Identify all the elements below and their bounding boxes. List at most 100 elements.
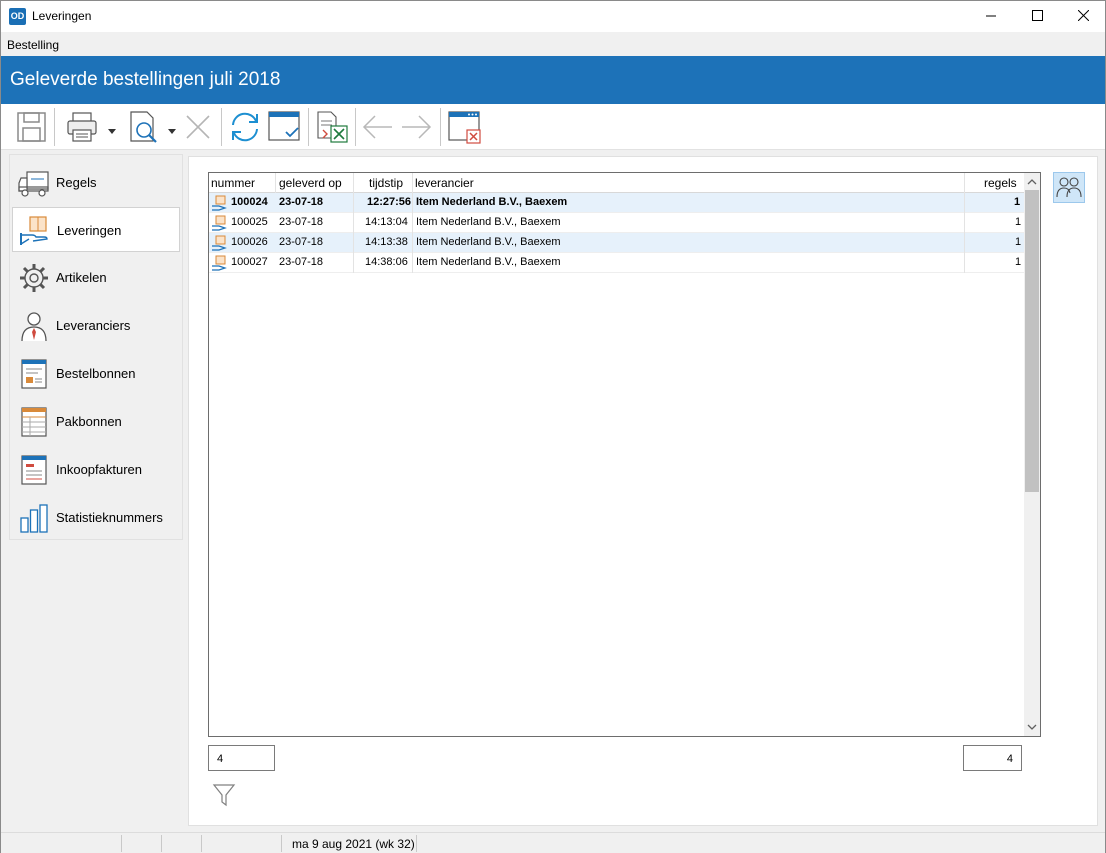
cell-nummer: 100026: [231, 236, 268, 248]
truck-icon: [18, 171, 49, 197]
save-icon: [17, 112, 46, 142]
cell-tijdstip: 14:13:38: [365, 236, 408, 248]
toolbar-separator: [355, 108, 356, 146]
sidebar-item-artikelen[interactable]: Artikelen: [12, 255, 180, 300]
delete-icon: [186, 115, 210, 139]
table-header: nummer geleverd op tijdstip leverancier …: [209, 173, 1024, 193]
packing-slip-icon: [21, 407, 47, 437]
cell-regels: 1: [1014, 196, 1021, 208]
cell-geleverd-op: 23-07-18: [279, 216, 324, 228]
sidebar-item-label: Pakbonnen: [56, 414, 122, 429]
preview-button[interactable]: [127, 110, 181, 144]
close-window-button[interactable]: [447, 110, 483, 144]
export-excel-button[interactable]: [315, 110, 351, 144]
window-check-button[interactable]: [267, 110, 303, 144]
close-button[interactable]: [1060, 1, 1106, 31]
cell-regels: 1: [1015, 216, 1022, 228]
filter-icon[interactable]: [212, 782, 236, 808]
minimize-icon: [986, 15, 996, 17]
toolbar-separator: [221, 108, 222, 146]
invoice-icon: [21, 455, 47, 485]
row-count-left: 4: [208, 745, 275, 771]
refresh-button[interactable]: [228, 110, 262, 144]
save-button[interactable]: [15, 110, 49, 144]
person-icon: [21, 312, 47, 342]
status-date: ma 9 aug 2021 (wk 32): [292, 837, 415, 851]
bar-chart-icon: [20, 504, 48, 533]
sidebar-item-pakbonnen[interactable]: Pakbonnen: [12, 399, 180, 444]
column-header-nummer[interactable]: nummer: [211, 176, 255, 190]
table-row[interactable]: 100026 23-07-18 14:13:38 Item Nederland …: [209, 233, 1024, 253]
cell-regels: 1: [1015, 256, 1022, 268]
status-bar: ma 9 aug 2021 (wk 32): [1, 832, 1105, 853]
cell-geleverd-op: 23-07-18: [279, 196, 324, 208]
sidebar-item-regels[interactable]: Regels: [12, 160, 180, 205]
sidebar: Regels Leveringen Artikelen Leveranciers…: [9, 154, 183, 540]
vertical-scrollbar[interactable]: [1024, 173, 1040, 736]
menu-bar: Bestelling: [1, 32, 1105, 56]
refresh-icon: [232, 112, 258, 142]
scroll-up-icon[interactable]: [1024, 175, 1040, 189]
delete-button[interactable]: [183, 110, 213, 144]
cell-geleverd-op: 23-07-18: [279, 256, 324, 268]
sidebar-item-label: Regels: [56, 175, 97, 190]
preview-icon: [130, 111, 176, 143]
cell-leverancier: Item Nederland B.V., Baexem: [416, 236, 561, 248]
sidebar-item-label: Bestelbonnen: [56, 366, 136, 381]
delivery-icon: [212, 195, 227, 211]
sidebar-item-inkoopfakturen[interactable]: Inkoopfakturen: [12, 447, 180, 492]
column-header-leverancier[interactable]: leverancier: [415, 176, 474, 190]
cell-tijdstip: 12:27:56: [367, 196, 412, 208]
cell-nummer: 100025: [231, 216, 268, 228]
toolbar-separator: [440, 108, 441, 146]
cell-leverancier: Item Nederland B.V., Baexem: [416, 216, 561, 228]
maximize-icon: [1032, 10, 1043, 21]
deliveries-table[interactable]: nummer geleverd op tijdstip leverancier …: [208, 172, 1041, 737]
app-logo-icon: OD: [9, 8, 26, 25]
cell-leverancier: Item Nederland B.V., Baexem: [416, 256, 561, 268]
cell-regels: 1: [1015, 236, 1022, 248]
cell-tijdstip: 14:38:06: [365, 256, 408, 268]
next-button[interactable]: [399, 110, 433, 144]
delivery-hand-icon: [20, 216, 48, 245]
close-window-icon: [448, 111, 481, 144]
group-users-button[interactable]: [1053, 172, 1085, 203]
arrow-right-icon: [402, 115, 432, 139]
cell-leverancier: Item Nederland B.V., Baexem: [416, 196, 568, 208]
sidebar-item-leveringen[interactable]: Leveringen: [12, 207, 180, 252]
column-header-tijdstip[interactable]: tijdstip: [369, 176, 403, 190]
table-row[interactable]: 100027 23-07-18 14:38:06 Item Nederland …: [209, 253, 1024, 273]
cell-tijdstip: 14:13:04: [365, 216, 408, 228]
cell-nummer: 100024: [231, 196, 268, 208]
window-title: Leveringen: [32, 9, 92, 23]
previous-button[interactable]: [361, 110, 395, 144]
delivery-icon: [212, 235, 227, 251]
sidebar-item-label: Leveringen: [57, 223, 122, 238]
toolbar: [1, 104, 1105, 150]
scrollbar-thumb[interactable]: [1025, 190, 1039, 492]
scroll-down-icon[interactable]: [1024, 720, 1040, 734]
application-window: OD Leveringen Bestelling Geleverde beste…: [0, 0, 1106, 853]
menu-bestelling[interactable]: Bestelling: [7, 38, 59, 52]
toolbar-separator: [308, 108, 309, 146]
table-row[interactable]: 100024 23-07-18 12:27:56 Item Nederland …: [209, 193, 1024, 213]
column-header-geleverd-op[interactable]: geleverd op: [279, 176, 342, 190]
column-header-regels[interactable]: regels: [984, 176, 1017, 190]
maximize-button[interactable]: [1014, 1, 1060, 31]
print-button[interactable]: [65, 110, 119, 144]
minimize-button[interactable]: [968, 1, 1014, 31]
sidebar-item-statistieknummers[interactable]: Statistieknummers: [12, 495, 180, 540]
delivery-icon: [212, 215, 227, 231]
table-row[interactable]: 100025 23-07-18 14:13:04 Item Nederland …: [209, 213, 1024, 233]
order-form-icon: [21, 359, 47, 389]
sidebar-item-label: Artikelen: [56, 270, 107, 285]
page-title: Geleverde bestellingen juli 2018: [10, 69, 281, 90]
cell-nummer: 100027: [231, 256, 268, 268]
sidebar-item-label: Inkoopfakturen: [56, 462, 143, 477]
page-banner: Geleverde bestellingen juli 2018: [1, 56, 1105, 104]
sidebar-item-bestelbonnen[interactable]: Bestelbonnen: [12, 351, 180, 396]
sidebar-item-leveranciers[interactable]: Leveranciers: [12, 303, 180, 348]
gear-icon: [20, 264, 48, 292]
sidebar-item-label: Leveranciers: [56, 318, 131, 333]
delivery-icon: [212, 255, 227, 271]
